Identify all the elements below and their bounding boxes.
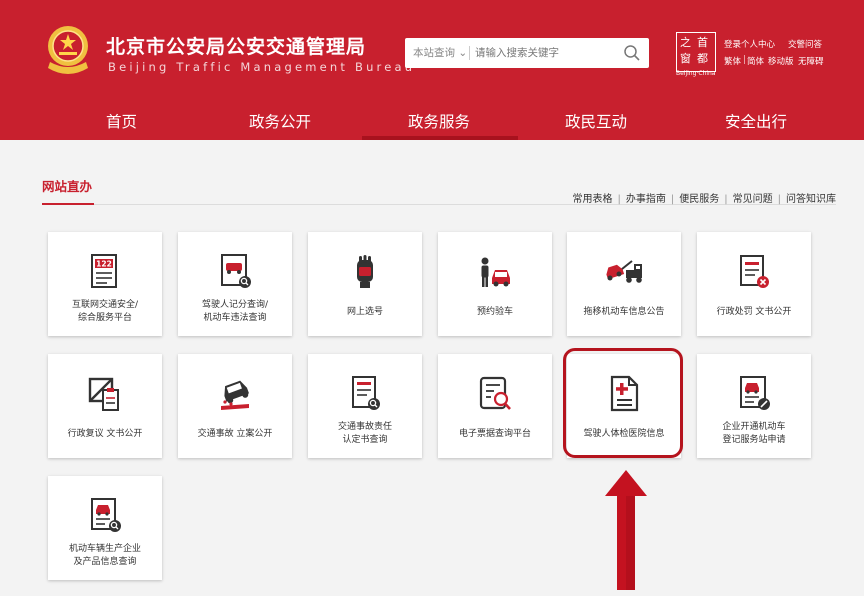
quick-link-guide[interactable]: 办事指南 [626, 194, 666, 205]
tile-label: 交通事故责任 认定书查询 [337, 422, 392, 445]
review-document-icon [88, 377, 119, 411]
capital-logo-char: 之 [680, 36, 691, 49]
svg-text:122: 122 [96, 260, 112, 269]
accident-filing-icon [221, 380, 250, 410]
tile-122-platform[interactable]: 122 互联网交通安全/综合服务平台 [48, 232, 162, 336]
police-emblem-icon[interactable] [42, 22, 94, 78]
search-divider [469, 46, 470, 60]
quick-link-knowledge-base[interactable]: 问答知识库 [786, 194, 836, 205]
nav-government-affairs[interactable]: 政务公开 [249, 110, 311, 132]
quick-link-services[interactable]: 便民服务 [679, 194, 719, 205]
capital-logo-char: 首 [697, 36, 708, 49]
tile-label: 网上选号 [346, 306, 383, 317]
mobile-version-link[interactable]: 移动版 [768, 55, 794, 67]
nav-active-indicator [362, 136, 518, 140]
police-qa-link[interactable]: 交警问答 [788, 38, 822, 50]
plate-select-icon [357, 255, 373, 288]
tile-penalty-documents[interactable]: 行政处罚 文书公开 [697, 232, 811, 336]
tile-registration-station-application[interactable]: 企业开通机动车 登记服务站申请 [697, 354, 811, 458]
tile-violation-query[interactable]: 驾驶人记分查询/机动车违法查询 [178, 232, 292, 336]
lang-sep: | [743, 55, 746, 65]
search-input[interactable] [475, 42, 615, 64]
highlight-ring [563, 348, 683, 458]
search-icon[interactable] [623, 44, 641, 62]
tile-label: 预约验车 [476, 306, 513, 317]
capital-logo-subtitle: Beijing·China [676, 70, 716, 77]
capital-logo-char: 都 [697, 52, 708, 65]
nav-public-interaction[interactable]: 政民互动 [565, 110, 627, 132]
tile-tow-notice[interactable]: 拖移机动车信息公告 [567, 232, 681, 336]
site-title: 北京市公安局公安交通管理局 [106, 36, 367, 58]
e-invoice-query-icon [479, 376, 511, 410]
tile-accident-liability-query[interactable]: 交通事故责任 认定书查询 [308, 354, 422, 458]
capital-window-logo[interactable]: 首 都 之 窗 [676, 32, 716, 72]
login-link[interactable]: 登录个人中心 [724, 38, 775, 50]
site-title-english: Beijing Traffic Management Bureau [108, 60, 416, 74]
tow-truck-icon [606, 260, 642, 283]
tile-plate-select[interactable]: 网上选号 [308, 232, 422, 336]
tile-manufacturer-query[interactable]: 机动车辆生产企业 及产品信息查询 [48, 476, 162, 580]
accessibility-link[interactable]: 无障碍 [798, 55, 824, 67]
quick-link-forms[interactable]: 常用表格 [573, 194, 613, 205]
traditional-chinese-link[interactable]: 繁体 [724, 55, 741, 67]
site-header: 北京市公安局公安交通管理局 Beijing Traffic Management… [0, 0, 864, 140]
arrow-up-icon [605, 470, 647, 590]
tile-label: 互联网交通安全/综合服务平台 [71, 300, 139, 323]
capital-logo-char: 窗 [680, 52, 691, 65]
search-box: 本站查询 ⌄ [405, 38, 649, 68]
tile-label: 拖移机动车信息公告 [583, 306, 665, 317]
section-title-underline [42, 203, 94, 205]
tile-label: 行政处罚 文书公开 [716, 306, 792, 317]
search-scope-select[interactable]: 本站查询 ⌄ [413, 45, 467, 60]
quick-links: 常用表格 | 办事指南 | 便民服务 | 常见问题 | 问答知识库 [572, 194, 837, 205]
manufacturer-query-icon [91, 498, 121, 532]
registration-station-icon [740, 376, 770, 410]
inspection-appointment-icon [481, 257, 510, 287]
122-platform-icon: 122 [91, 254, 117, 288]
nav-safe-travel[interactable]: 安全出行 [725, 110, 787, 132]
tile-label: 机动车辆生产企业 及产品信息查询 [68, 544, 141, 567]
accident-liability-query-icon [352, 376, 380, 410]
section-title: 网站直办 [42, 179, 93, 194]
quick-link-faq[interactable]: 常见问题 [733, 194, 773, 205]
tile-label: 行政复议 文书公开 [67, 428, 143, 439]
nav-government-services[interactable]: 政务服务 [408, 110, 470, 132]
violation-query-icon [221, 254, 251, 288]
nav-home[interactable]: 首页 [106, 110, 137, 132]
tile-accident-filing[interactable]: 交通事故 立案公开 [178, 354, 292, 458]
tile-e-invoice-query[interactable]: 电子票据查询平台 [438, 354, 552, 458]
tile-review-documents[interactable]: 行政复议 文书公开 [48, 354, 162, 458]
tile-label: 电子票据查询平台 [458, 428, 531, 439]
tile-label: 企业开通机动车 登记服务站申请 [722, 422, 786, 445]
tile-inspection-appointment[interactable]: 预约验车 [438, 232, 552, 336]
simplified-chinese-link[interactable]: 简体 [747, 55, 764, 67]
tile-label: 交通事故 立案公开 [197, 428, 273, 439]
tile-label: 驾驶人记分查询/机动车违法查询 [201, 300, 269, 323]
penalty-document-icon [740, 255, 769, 288]
